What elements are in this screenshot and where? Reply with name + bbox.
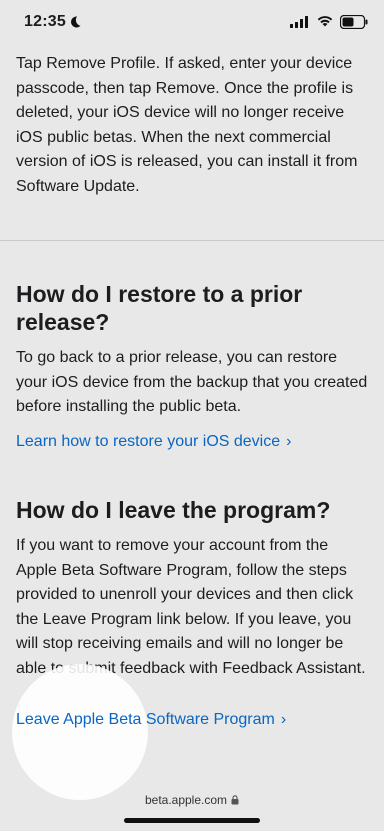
restore-paragraph: To go back to a prior release, you can r… bbox=[16, 349, 368, 415]
intro-paragraph: Tap Remove Profile. If asked, enter your… bbox=[16, 55, 358, 195]
leave-heading: How do I leave the program? bbox=[16, 497, 331, 523]
leave-section: How do I leave the program? If you want … bbox=[16, 496, 368, 681]
moon-icon bbox=[71, 16, 81, 28]
leave-link-label: Leave Apple Beta Software Program bbox=[16, 711, 275, 728]
section-divider bbox=[0, 240, 384, 241]
status-bar: 12:35 bbox=[0, 0, 384, 44]
restore-section: How do I restore to a prior release? To … bbox=[16, 280, 368, 454]
touch-indicator bbox=[12, 664, 148, 800]
restore-link-label: Learn how to restore your iOS device bbox=[16, 432, 281, 450]
intro-section: Tap Remove Profile. If asked, enter your… bbox=[16, 52, 372, 199]
url-bar[interactable]: beta.apple.com bbox=[0, 786, 384, 814]
leave-paragraph: If you want to remove your account from … bbox=[16, 537, 366, 677]
chevron-right-icon: › bbox=[280, 711, 287, 728]
battery-icon bbox=[340, 15, 368, 29]
home-indicator[interactable] bbox=[124, 818, 260, 823]
chevron-right-icon: › bbox=[286, 432, 292, 450]
restore-link[interactable]: Learn how to restore your iOS device › bbox=[16, 430, 291, 454]
signal-icon bbox=[290, 16, 308, 28]
wifi-icon bbox=[317, 16, 333, 27]
lock-icon bbox=[231, 795, 239, 805]
leave-program-link[interactable]: Leave Apple Beta Software Program › bbox=[16, 708, 286, 732]
url-domain: beta.apple.com bbox=[144, 793, 228, 807]
status-time: 12:35 bbox=[24, 13, 66, 30]
restore-heading: How do I restore to a prior release? bbox=[16, 281, 303, 335]
